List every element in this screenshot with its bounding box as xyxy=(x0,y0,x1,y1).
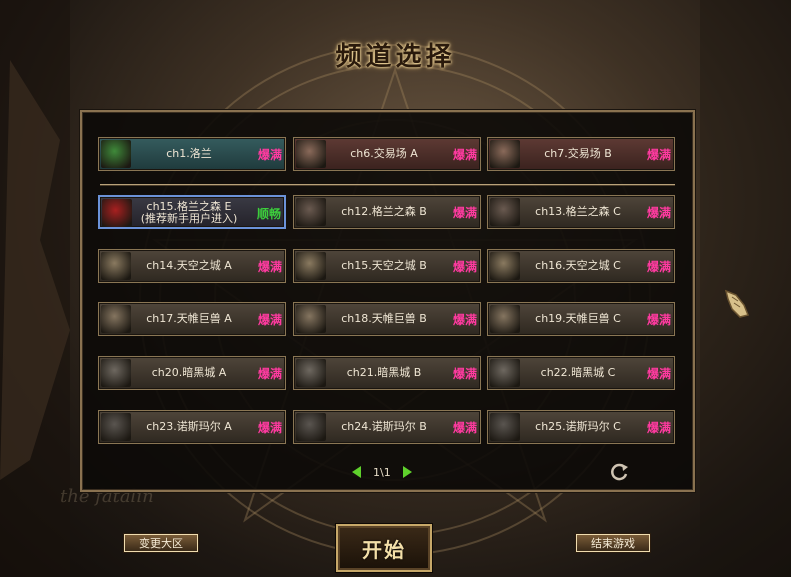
refresh-icon[interactable] xyxy=(608,461,630,483)
channel-name: ch20.暗黑城 A xyxy=(151,366,227,379)
channel-button[interactable]: ch12.格兰之森 B 爆满 xyxy=(293,195,481,229)
channel-name: ch17.天帷巨兽 A xyxy=(146,312,232,325)
channel-status-badge: 爆满 xyxy=(452,420,477,435)
channel-panel: 1\1 ch1.洛兰 爆满 ch6.交易场 A 爆满 ch7.交易场 B 爆满 ch15.格… xyxy=(80,110,695,492)
channel-button[interactable]: ch21.暗黑城 B 爆满 xyxy=(293,356,481,390)
channel-button[interactable]: ch20.暗黑城 A 爆满 xyxy=(98,356,286,390)
exit-game-button[interactable]: 结束游戏 xyxy=(576,534,650,552)
leaf-icon xyxy=(101,140,131,168)
merchant-icon xyxy=(296,140,326,168)
channel-name: ch24.诺斯玛尔 B xyxy=(341,420,427,433)
channel-name: ch19.天帷巨兽 C xyxy=(535,312,621,325)
channel-button[interactable]: ch16.天空之城 C 爆满 xyxy=(487,249,675,283)
channel-name: ch13.格兰之森 C xyxy=(535,205,621,218)
channel-name: ch15.格兰之森 E (推荐新手用户进入) xyxy=(140,200,238,225)
channel-status-badge: 爆满 xyxy=(646,420,671,435)
channel-name: ch18.天帷巨兽 B xyxy=(341,312,427,325)
channel-button[interactable]: ch15.天空之城 B 爆满 xyxy=(293,249,481,283)
channel-status-badge: 爆满 xyxy=(646,147,671,162)
channel-name: ch15.天空之城 B xyxy=(341,259,427,272)
channel-name: ch23.诺斯玛尔 A xyxy=(146,420,232,433)
grand-flores-icon xyxy=(296,198,326,226)
channel-status-badge: 爆满 xyxy=(646,366,671,381)
channel-status-badge: 爆满 xyxy=(257,147,282,162)
dark-city-icon xyxy=(490,359,520,387)
channel-name: ch25.诺斯玛尔 C xyxy=(535,420,621,433)
channel-button[interactable]: ch24.诺斯玛尔 B 爆满 xyxy=(293,410,481,444)
channel-status-badge: 爆满 xyxy=(452,205,477,220)
channel-name: ch14.天空之城 A xyxy=(146,259,232,272)
gauntlet-cursor-icon xyxy=(724,289,750,318)
channel-status-badge: 爆满 xyxy=(452,312,477,327)
grand-flores-icon xyxy=(490,198,520,226)
channel-name: ch6.交易场 A xyxy=(350,147,418,160)
dark-city-icon xyxy=(296,359,326,387)
noshmar-icon xyxy=(296,413,326,441)
start-button-label: 开始 xyxy=(362,537,406,562)
channel-name: ch21.暗黑城 B xyxy=(346,366,422,379)
channel-button[interactable]: ch13.格兰之森 C 爆满 xyxy=(487,195,675,229)
channel-button[interactable]: ch7.交易场 B 爆满 xyxy=(487,137,675,171)
page-indicator: 1\1 xyxy=(373,465,391,479)
channel-name: ch1.洛兰 xyxy=(166,147,212,160)
next-page-arrow-icon[interactable] xyxy=(402,466,412,478)
channel-button[interactable]: ch25.诺斯玛尔 C 爆满 xyxy=(487,410,675,444)
channel-button[interactable]: ch19.天帷巨兽 C 爆满 xyxy=(487,302,675,336)
channel-name: ch16.天空之城 C xyxy=(535,259,621,272)
behemoth-icon xyxy=(490,305,520,333)
dark-city-icon xyxy=(101,359,131,387)
merchant-icon xyxy=(490,140,520,168)
channel-name: ch12.格兰之森 B xyxy=(341,205,427,218)
channel-status-badge: 爆满 xyxy=(452,366,477,381)
change-server-button[interactable]: 变更大区 xyxy=(124,534,198,552)
channel-status-badge: 爆满 xyxy=(257,259,282,274)
channel-status-badge: 爆满 xyxy=(452,259,477,274)
noshmar-icon xyxy=(490,413,520,441)
channel-status-badge: 顺畅 xyxy=(256,206,281,221)
channel-button[interactable]: ch15.格兰之森 E (推荐新手用户进入) 顺畅 xyxy=(98,195,286,229)
channel-name: ch22.暗黑城 C xyxy=(540,366,616,379)
channel-name: ch7.交易场 B xyxy=(544,147,612,160)
noshmar-icon xyxy=(101,413,131,441)
start-button[interactable]: 开始 xyxy=(336,524,432,572)
sky-tower-icon xyxy=(296,252,326,280)
behemoth-icon xyxy=(296,305,326,333)
divider xyxy=(100,184,675,186)
channel-status-badge: 爆满 xyxy=(257,312,282,327)
sky-tower-icon xyxy=(490,252,520,280)
channel-status-badge: 爆满 xyxy=(257,366,282,381)
channel-status-badge: 爆满 xyxy=(257,420,282,435)
prev-page-arrow-icon[interactable] xyxy=(352,466,361,478)
channel-button[interactable]: ch22.暗黑城 C 爆满 xyxy=(487,356,675,390)
channel-status-badge: 爆满 xyxy=(646,205,671,220)
channel-button[interactable]: ch23.诺斯玛尔 A 爆满 xyxy=(98,410,286,444)
red-bird-icon xyxy=(102,199,132,227)
channel-button[interactable]: ch6.交易场 A 爆满 xyxy=(293,137,481,171)
behemoth-icon xyxy=(101,305,131,333)
channel-button[interactable]: ch17.天帷巨兽 A 爆满 xyxy=(98,302,286,336)
channel-status-badge: 爆满 xyxy=(646,259,671,274)
channel-status-badge: 爆满 xyxy=(646,312,671,327)
pager: 1\1 xyxy=(352,464,412,480)
channel-status-badge: 爆满 xyxy=(452,147,477,162)
page-title: 频道选择 xyxy=(335,42,456,72)
channel-button[interactable]: ch18.天帷巨兽 B 爆满 xyxy=(293,302,481,336)
sky-tower-icon xyxy=(101,252,131,280)
channel-button[interactable]: ch1.洛兰 爆满 xyxy=(98,137,286,171)
channel-button[interactable]: ch14.天空之城 A 爆满 xyxy=(98,249,286,283)
